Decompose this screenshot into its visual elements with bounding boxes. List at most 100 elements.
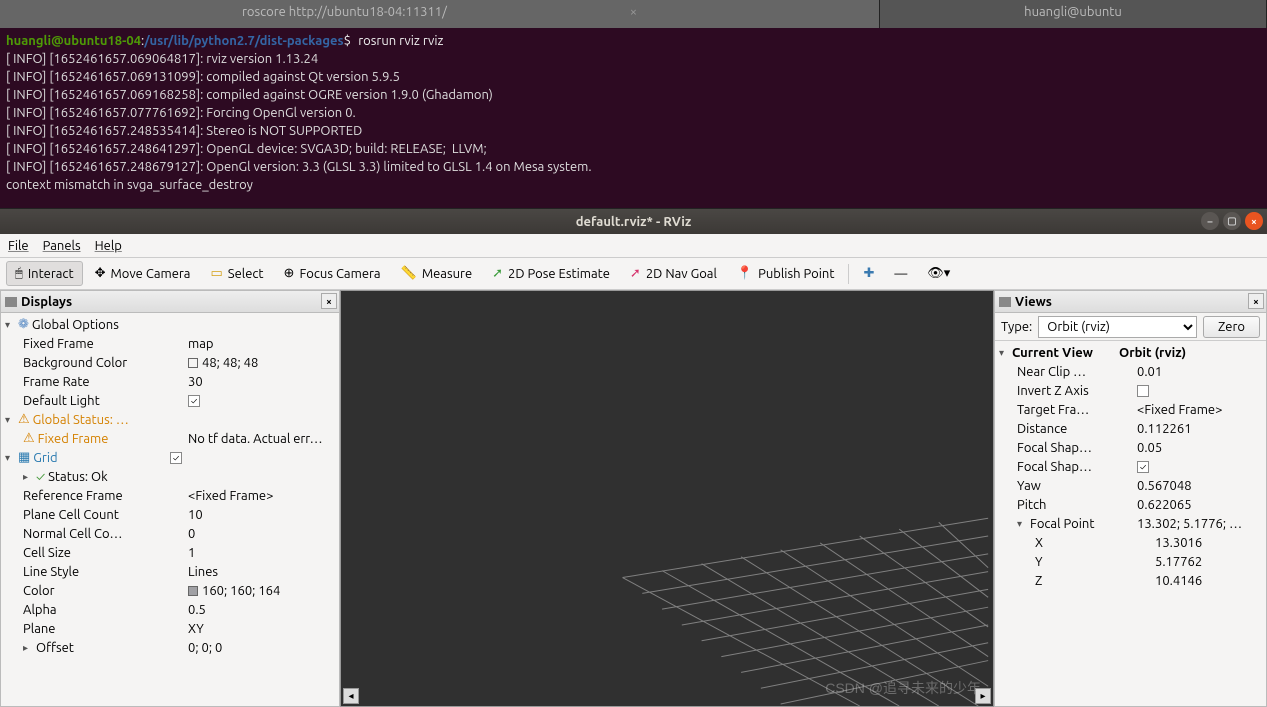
focal-point-item[interactable]: ▾Focal Point13.302; 5.1776; … [995, 514, 1266, 533]
interact-button[interactable]: 🖱Interact [6, 261, 83, 286]
terminal-line: context mismatch in svga_surface_destroy [6, 178, 253, 192]
terminal-output[interactable]: huangli@ubuntu18-04:/usr/lib/python2.7/d… [0, 28, 1267, 208]
warning-icon: ⚠ [23, 431, 35, 446]
grid-color-item[interactable]: Color160; 160; 164 [1, 581, 339, 600]
3d-viewport[interactable]: ◂ ▸ CSDN @追寻未来的少年 [340, 290, 994, 707]
near-clip-item[interactable]: Near Clip …0.01 [995, 362, 1266, 381]
grid-item[interactable]: ▾▦Grid✓ [1, 448, 339, 467]
target-frame-item[interactable]: Target Fra…<Fixed Frame> [995, 400, 1266, 419]
window-title: default.rviz* - RViz [576, 215, 692, 229]
menu-panels[interactable]: Panels [43, 239, 81, 253]
distance-item[interactable]: Distance0.112261 [995, 419, 1266, 438]
chevron-down-icon[interactable]: ▾ [5, 452, 15, 464]
status-fixed-frame-item[interactable]: ⚠Fixed FrameNo tf data. Actual err… [1, 429, 339, 448]
rviz-titlebar: default.rviz* - RViz – ▢ × [0, 208, 1267, 234]
checkbox-icon[interactable]: ✓ [188, 395, 200, 407]
invert-z-item[interactable]: Invert Z Axis [995, 381, 1266, 400]
minimize-button[interactable]: – [1201, 212, 1219, 230]
panel-title: Displays [21, 295, 72, 309]
yaw-item[interactable]: Yaw0.567048 [995, 476, 1266, 495]
views-header[interactable]: Views × [995, 291, 1266, 313]
add-button[interactable]: ✚ [855, 262, 882, 285]
minus-icon: — [894, 267, 907, 281]
toolbar: 🖱Interact ✥Move Camera ▭Select ⊕Focus Ca… [0, 258, 1267, 290]
chevron-down-icon[interactable]: ▾ [5, 319, 15, 331]
remove-button[interactable]: — [886, 263, 915, 285]
plane-item[interactable]: PlaneXY [1, 619, 339, 638]
alpha-item[interactable]: Alpha0.5 [1, 600, 339, 619]
current-view-item[interactable]: ▾Current ViewOrbit (rviz) [995, 343, 1266, 362]
focal-y-item[interactable]: Y5.17762 [995, 552, 1266, 571]
grid-status-item[interactable]: ▸✓Status: Ok [1, 467, 339, 486]
terminal-line: [ INFO] [1652461657.069064817]: rviz ver… [6, 52, 318, 66]
chevron-down-icon[interactable]: ▾ [1017, 518, 1027, 530]
close-icon[interactable]: × [321, 293, 337, 309]
measure-button[interactable]: 📏Measure [393, 262, 481, 285]
tab-terminal2[interactable]: huangli@ubuntu [880, 0, 1267, 28]
select-button[interactable]: ▭Select [203, 262, 272, 285]
checkbox-icon[interactable]: ✓ [170, 452, 182, 464]
chevron-down-icon[interactable]: ▾ [999, 347, 1009, 359]
chevron-down-icon[interactable]: ▾ [5, 414, 15, 426]
close-icon[interactable]: × [1248, 293, 1264, 309]
plane-cell-count-item[interactable]: Plane Cell Count10 [1, 505, 339, 524]
bg-color-item[interactable]: Background Color48; 48; 48 [1, 353, 339, 372]
menu-file[interactable]: File [8, 239, 29, 253]
tab-roscore[interactable]: roscore http://ubuntu18-04:11311/ × [0, 0, 880, 28]
visibility-button[interactable]: 👁▾ [919, 262, 958, 285]
checkbox-icon[interactable] [1137, 385, 1149, 397]
displays-header[interactable]: Displays × [1, 291, 339, 313]
scroll-right-button[interactable]: ▸ [975, 688, 991, 704]
displays-tree[interactable]: ▾❁Global Options Fixed Framemap Backgrou… [1, 313, 339, 706]
focal-x-item[interactable]: X13.3016 [995, 533, 1266, 552]
reference-frame-item[interactable]: Reference Frame<Fixed Frame> [1, 486, 339, 505]
normal-cell-count-item[interactable]: Normal Cell Co…0 [1, 524, 339, 543]
checkbox-icon[interactable]: ✓ [1137, 461, 1149, 473]
global-status-item[interactable]: ▾⚠Global Status: … [1, 410, 339, 429]
publish-point-button[interactable]: 📍Publish Point [729, 262, 843, 285]
line-style-item[interactable]: Line StyleLines [1, 562, 339, 581]
pitch-item[interactable]: Pitch0.622065 [995, 495, 1266, 514]
zero-button[interactable]: Zero [1203, 316, 1260, 338]
chevron-right-icon[interactable]: ▸ [23, 471, 33, 483]
pose-estimate-button[interactable]: ➚2D Pose Estimate [484, 262, 618, 285]
focus-camera-button[interactable]: ⊕Focus Camera [276, 262, 389, 285]
warning-icon: ⚠ [18, 412, 30, 427]
ruler-icon: 📏 [401, 266, 417, 281]
terminal-line: [ INFO] [1652461657.069131099]: compiled… [6, 70, 400, 84]
close-icon[interactable]: × [630, 5, 637, 19]
view-type-select[interactable]: Orbit (rviz) [1038, 316, 1197, 338]
scroll-left-button[interactable]: ◂ [343, 688, 359, 704]
window-tabs: roscore http://ubuntu18-04:11311/ × huan… [0, 0, 1267, 28]
panel-icon [999, 297, 1011, 307]
plus-icon: ✚ [863, 266, 874, 281]
focal-shape1-item[interactable]: Focal Shap…0.05 [995, 438, 1266, 457]
main-area: Displays × ▾❁Global Options Fixed Framem… [0, 290, 1267, 707]
grid-render [341, 291, 993, 706]
views-tree[interactable]: ▾Current ViewOrbit (rviz) Near Clip …0.0… [995, 341, 1266, 706]
tab-label: huangli@ubuntu [1024, 5, 1122, 19]
menu-help[interactable]: Help [95, 239, 122, 253]
prompt-symbol: $ [344, 34, 351, 48]
terminal-user: huangli@ubuntu18-04 [6, 34, 141, 48]
grid-icon: ▦ [18, 450, 30, 465]
offset-item[interactable]: ▸Offset0; 0; 0 [1, 638, 339, 657]
nav-goal-button[interactable]: ➚2D Nav Goal [622, 262, 725, 285]
chevron-right-icon[interactable]: ▸ [23, 642, 33, 654]
color-swatch [188, 586, 198, 596]
focal-shape2-item[interactable]: Focal Shap…✓ [995, 457, 1266, 476]
maximize-button[interactable]: ▢ [1223, 212, 1241, 230]
focal-z-item[interactable]: Z10.4146 [995, 571, 1266, 590]
terminal-line: [ INFO] [1652461657.069168258]: compiled… [6, 88, 493, 102]
cursor-icon: 🖱 [15, 266, 23, 281]
global-options-item[interactable]: ▾❁Global Options [1, 315, 339, 334]
fixed-frame-item[interactable]: Fixed Framemap [1, 334, 339, 353]
frame-rate-item[interactable]: Frame Rate30 [1, 372, 339, 391]
menubar: File Panels Help [0, 234, 1267, 258]
displays-panel: Displays × ▾❁Global Options Fixed Framem… [0, 290, 340, 707]
close-button[interactable]: × [1245, 212, 1263, 230]
views-panel: Views × Type: Orbit (rviz) Zero ▾Current… [994, 290, 1267, 707]
default-light-item[interactable]: Default Light✓ [1, 391, 339, 410]
cell-size-item[interactable]: Cell Size1 [1, 543, 339, 562]
move-camera-button[interactable]: ✥Move Camera [87, 262, 199, 285]
